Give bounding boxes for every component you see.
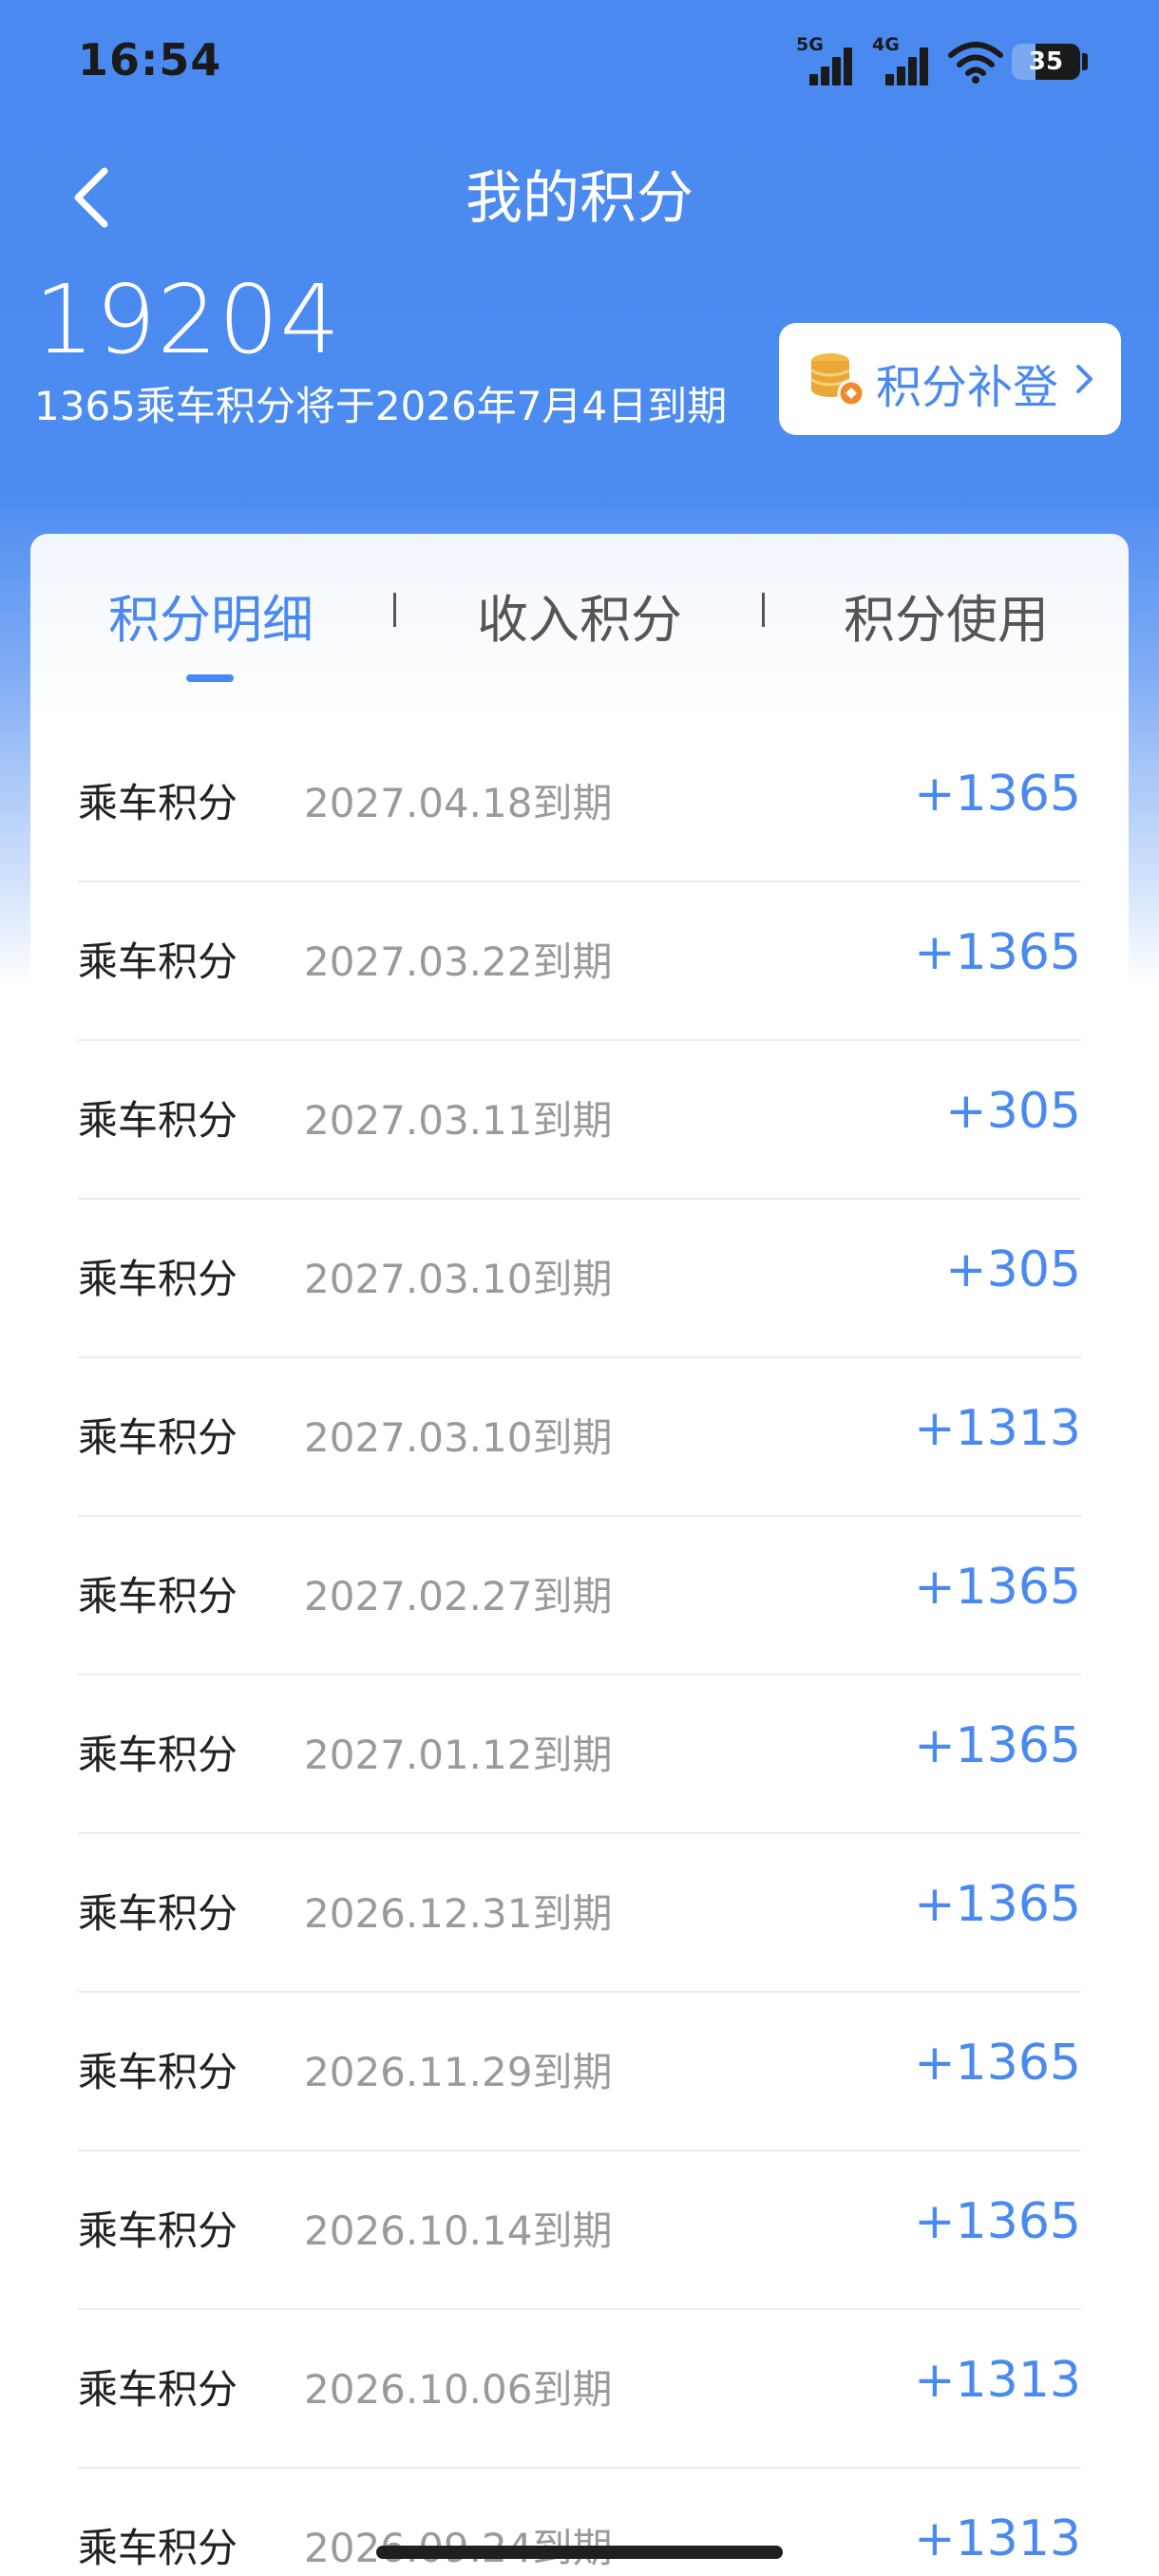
battery-percent: 35	[1028, 47, 1064, 76]
record-type: 乘车积分	[78, 1414, 238, 1461]
wifi-icon	[948, 42, 1003, 84]
tab-points-income[interactable]: 收入积分	[477, 578, 682, 653]
record-amount: +305	[945, 1083, 1081, 1140]
list-item[interactable]: 乘车积分 2026.12.31到期 +1365	[78, 1834, 1081, 1993]
record-type: 乘车积分	[78, 1256, 238, 1302]
list-item[interactable]: 乘车积分2026.09.24到期+1313	[78, 2469, 1081, 2576]
status-bar: 16:54 5G 4G 35	[0, 0, 1159, 123]
record-amount: +1313	[914, 1400, 1081, 1457]
points-supplement-button[interactable]: 积分补登	[779, 323, 1121, 435]
record-amount: +1365	[914, 766, 1081, 823]
record-type: 乘车积分	[78, 2366, 238, 2413]
record-type: 乘车积分	[78, 938, 238, 985]
list-item[interactable]: 乘车积分 2027.03.10到期 +1313	[78, 1358, 1081, 1517]
list-item[interactable]: 乘车积分 2027.03.10到期 +305	[78, 1200, 1081, 1358]
expire-note: 1365乘车积分将于2026年7月4日到期	[34, 383, 728, 429]
record-amount: +1365	[914, 924, 1081, 981]
signal-5g-icon: 5G	[796, 34, 863, 85]
record-amount: +1365	[914, 2035, 1081, 2092]
record-type: 乘车积分	[78, 2049, 238, 2095]
record-expiry: 2027.03.22到期	[304, 938, 613, 985]
status-time: 16:54	[78, 34, 222, 85]
record-expiry: 2027.03.11到期	[304, 1097, 613, 1144]
record-expiry: 2026.10.14到期	[304, 2207, 613, 2254]
points-balance: 19204	[34, 264, 342, 375]
tab-separator	[393, 593, 396, 627]
record-expiry: 2026.11.29到期	[304, 2049, 613, 2095]
list-item[interactable]: 乘车积分 2026.11.29到期 +1365	[78, 1993, 1081, 2151]
record-type: 乘车积分	[78, 2525, 238, 2571]
list-item[interactable]: 乘车积分 2027.03.11到期 +305	[78, 1041, 1081, 1200]
record-type: 乘车积分	[78, 1890, 238, 1937]
record-expiry: 2027.02.27到期	[304, 1573, 613, 1619]
coin-stack-icon	[810, 353, 865, 407]
record-amount: +1313	[914, 2352, 1081, 2409]
list-item[interactable]: 乘车积分 2027.01.12到期 +1365	[78, 1676, 1081, 1834]
record-expiry: 2027.04.18到期	[304, 780, 613, 826]
record-type: 乘车积分	[78, 780, 238, 826]
record-amount: +1313	[914, 2510, 1081, 2567]
list-item[interactable]: 乘车积分 2027.03.22到期 +1365	[78, 882, 1081, 1041]
tab-points-usage[interactable]: 积分使用	[844, 578, 1049, 653]
list-item[interactable]: 乘车积分 2026.10.14到期 +1365	[78, 2151, 1081, 2310]
record-amount: +1365	[914, 1717, 1081, 1774]
record-type: 乘车积分	[78, 2207, 238, 2254]
record-expiry: 2027.03.10到期	[304, 1256, 613, 1302]
record-expiry: 2027.03.10到期	[304, 1414, 613, 1461]
battery-tip	[1082, 53, 1088, 70]
chevron-right-icon	[1076, 365, 1092, 393]
active-tab-indicator	[186, 674, 234, 682]
list-item[interactable]: 乘车积分 2027.02.27到期 +1365	[78, 1517, 1081, 1676]
points-record-list: 乘车积分 2027.04.18到期 +1365 乘车积分 2027.03.22到期 +1…	[78, 724, 1081, 2576]
record-expiry: 2026.10.06到期	[304, 2366, 613, 2413]
supplement-label: 积分补登	[876, 361, 1059, 414]
tab-separator	[762, 593, 765, 627]
list-item[interactable]: 乘车积分 2026.10.06到期 +1313	[78, 2310, 1081, 2469]
list-item[interactable]: 乘车积分 2027.04.18到期 +1365	[78, 724, 1081, 882]
record-amount: +1365	[914, 2193, 1081, 2250]
points-tabs: 积分明细 收入积分 积分使用	[30, 534, 1129, 686]
record-expiry: 2026.12.31到期	[304, 1890, 613, 1937]
signal-4g-icon: 4G	[872, 34, 939, 85]
tab-points-detail[interactable]: 积分明细	[108, 578, 314, 653]
record-amount: +305	[945, 1241, 1081, 1298]
page-title: 我的积分	[466, 165, 694, 232]
record-expiry: 2027.01.12到期	[304, 1732, 613, 1778]
record-amount: +1365	[914, 1876, 1081, 1933]
record-amount: +1365	[914, 1559, 1081, 1616]
battery-icon: 35	[1012, 44, 1080, 80]
record-type: 乘车积分	[78, 1732, 238, 1778]
record-type: 乘车积分	[78, 1097, 238, 1144]
points-card: 积分明细 收入积分 积分使用 乘车积分 2027.04.18到期 +1365 乘车积…	[30, 534, 1129, 2576]
home-indicator[interactable]	[376, 2546, 783, 2559]
record-type: 乘车积分	[78, 1573, 238, 1619]
